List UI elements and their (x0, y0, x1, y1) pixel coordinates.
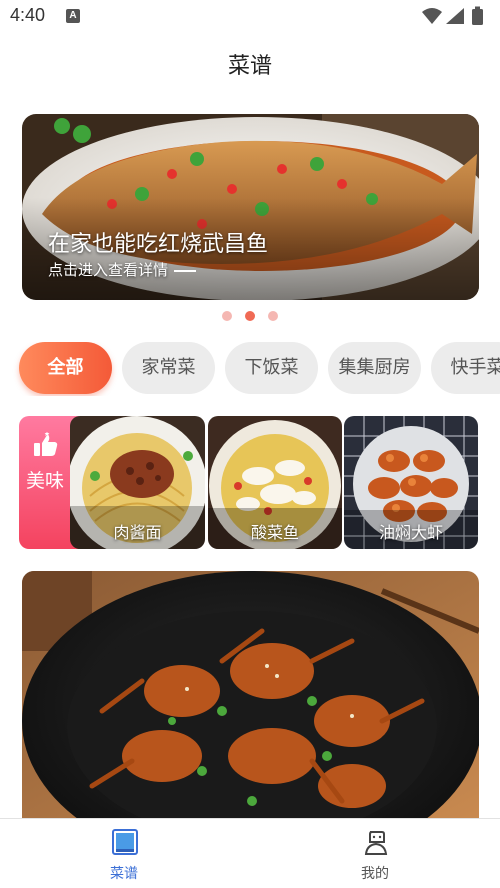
signal-icon (446, 8, 464, 24)
carousel-indicator (222, 311, 282, 321)
tasty-badge-label: 美味 (25, 470, 64, 492)
category-chip-rice[interactable]: 下饭菜 (225, 342, 318, 394)
category-chip-quick[interactable]: 快手菜 (431, 342, 500, 394)
category-chip-kitchen[interactable]: 集集厨房 (328, 342, 421, 394)
category-tabs: 全部 家常菜 下饭菜 集集厨房 快手菜 (0, 342, 500, 396)
dish-label: 肉酱面 (113, 523, 162, 542)
status-bar: 4:40 A (0, 0, 500, 34)
nav-item-recipes[interactable]: 菜谱 (74, 819, 174, 888)
battery-icon (472, 9, 483, 25)
arrow-line-icon (174, 269, 197, 272)
carousel-dot[interactable] (222, 311, 232, 321)
page-title: 菜谱 (227, 54, 272, 79)
banner-title: 在家也能吃红烧武昌鱼 (48, 232, 269, 257)
nav-label-recipes: 菜谱 (110, 866, 138, 882)
recipe-icon (112, 829, 138, 855)
thumbs-up-icon (34, 432, 58, 456)
crab-dish-image (22, 571, 479, 821)
profile-icon (364, 831, 388, 855)
dish-card-noodles[interactable]: 肉酱面 (70, 416, 205, 549)
dish-card-shrimp[interactable]: 油焖大虾 (344, 416, 478, 549)
status-icons (422, 6, 483, 25)
dish-label: 酸菜鱼 (250, 523, 299, 542)
category-chip-all[interactable]: 全部 (19, 342, 112, 394)
recipe-card-crab[interactable] (22, 571, 479, 821)
carousel-dot-active[interactable] (245, 311, 255, 321)
banner-subtitle-text: 点击进入查看详情 (48, 261, 169, 279)
dish-card-fish[interactable]: 酸菜鱼 (208, 416, 342, 549)
nav-item-profile[interactable]: 我的 (325, 819, 425, 888)
bottom-nav: 菜谱 我的 (0, 818, 500, 888)
notification-icon: A (66, 9, 80, 23)
category-chip-home[interactable]: 家常菜 (122, 342, 215, 394)
status-time: 4:40 (10, 5, 46, 25)
dish-label: 油焖大虾 (378, 523, 443, 542)
carousel-dot[interactable] (268, 311, 278, 321)
banner-carousel[interactable]: 在家也能吃红烧武昌鱼 点击进入查看详情 (22, 114, 479, 300)
banner-subtitle: 点击进入查看详情 (48, 259, 197, 280)
nav-label-profile: 我的 (361, 866, 389, 882)
wifi-icon (422, 8, 442, 24)
